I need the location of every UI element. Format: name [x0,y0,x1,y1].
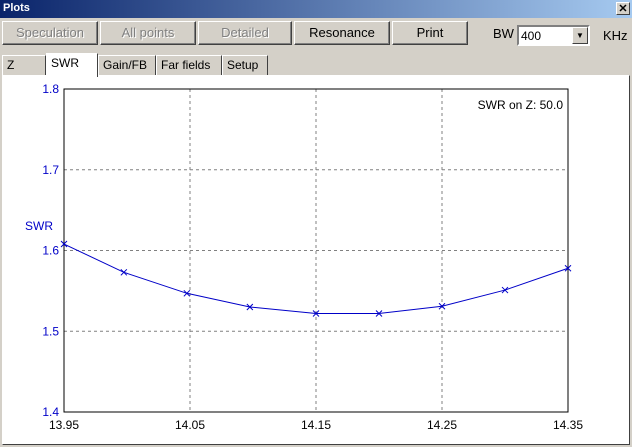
swr-line [63,243,569,314]
chevron-down-icon[interactable]: ▼ [572,27,588,44]
y-tick-label: 1.8 [42,82,59,96]
window-title: Plots [3,2,30,14]
tab-swr[interactable]: SWR [46,53,98,77]
y-tick-label: 1.4 [42,405,59,419]
y-tick-label: 1.5 [42,324,59,338]
plot-panel: 1.4 1.5 1.6 1.7 1.8 13.95 14.05 14.15 14.25 14.3… [2,75,630,445]
chart-grid [64,89,568,412]
tab-z[interactable]: Z [2,55,46,76]
x-tick-label: 14.05 [175,418,205,432]
y-tick-label: 1.7 [42,163,59,177]
speculation-button[interactable]: Speculation [2,21,98,45]
swr-chart: 1.4 1.5 1.6 1.7 1.8 13.95 14.05 14.15 14.25 14.3… [25,82,583,432]
resonance-button[interactable]: Resonance [294,21,390,45]
tab-gain-fb[interactable]: Gain/FB [98,55,156,76]
x-tick-label: 13.95 [49,418,79,432]
y-axis-label: SWR [25,219,53,233]
bw-label: BW [493,26,514,41]
y-tick-labels: 1.4 1.5 1.6 1.7 1.8 [42,82,59,419]
x-tick-label: 14.25 [427,418,457,432]
tab-far-fields[interactable]: Far fields [156,55,222,76]
print-button[interactable]: Print [392,21,468,45]
close-icon: ✕ [618,3,628,15]
y-tick-label: 1.6 [42,244,59,258]
data-point-marker [120,268,128,276]
bw-unit: KHz [603,28,628,43]
x-tick-label: 14.35 [553,418,583,432]
chart-annotation: SWR on Z: 50.0 [478,98,564,112]
close-button[interactable]: ✕ [616,2,630,15]
x-tick-label: 14.15 [301,418,331,432]
tab-setup[interactable]: Setup [222,55,268,76]
title-bar: Plots ✕ [0,0,632,18]
data-point-marker [501,286,509,294]
all-points-button[interactable]: All points [100,21,196,45]
detailed-button[interactable]: Detailed [198,21,292,45]
x-tick-labels: 13.95 14.05 14.15 14.25 14.35 [49,418,583,432]
bw-value: 400 [521,29,542,43]
bw-dropdown[interactable]: 400 ▼ [517,25,590,46]
